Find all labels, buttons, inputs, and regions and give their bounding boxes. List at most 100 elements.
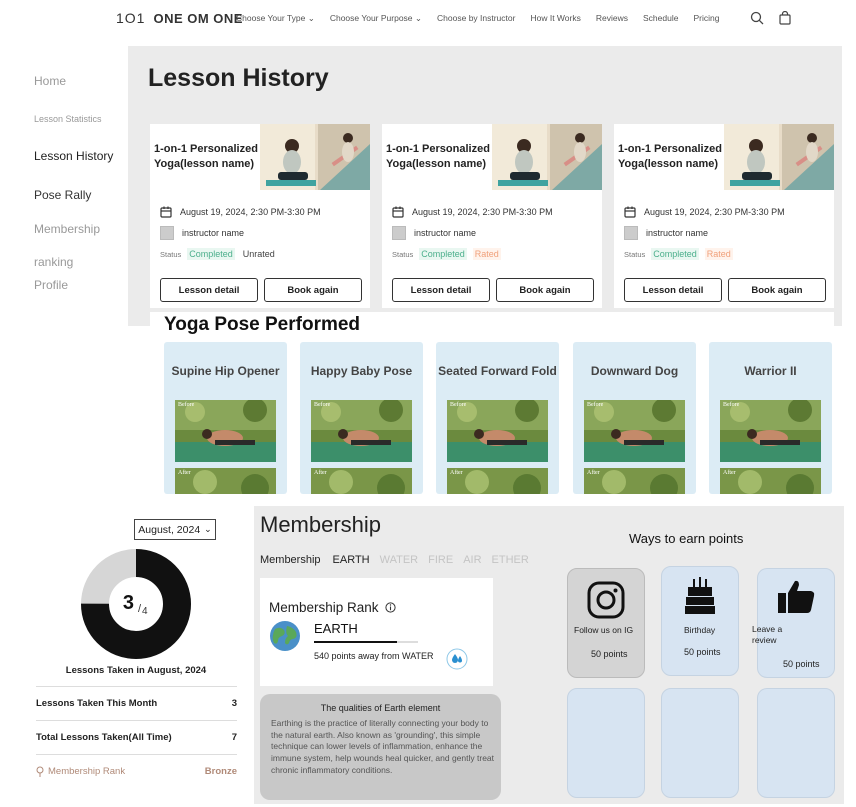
nav-how-it-works[interactable]: How It Works [530, 13, 580, 24]
instagram-icon [587, 581, 625, 619]
rank-title: Membership Rank [269, 600, 379, 615]
cart-icon[interactable] [778, 11, 792, 25]
lesson-name: 1-on-1 Personalized Yoga(lesson name) [154, 143, 258, 170]
lesson-status-row: Status Completed Rated [392, 248, 501, 260]
lesson-datetime-row: August 19, 2024, 2:30 PM-3:30 PM [392, 206, 553, 218]
after-tag: After [314, 470, 327, 476]
pose-after-image: After [447, 468, 548, 494]
nav-reviews[interactable]: Reviews [596, 13, 628, 24]
nav-choose-purpose[interactable]: Choose Your Purpose ⌄ [330, 13, 422, 24]
sidebar-item-lesson-history[interactable]: Lesson History [34, 149, 113, 163]
calendar-icon [160, 206, 172, 218]
lesson-photo [260, 124, 370, 190]
lesson-card: 1-on-1 Personalized Yoga(lesson name) Au… [614, 124, 834, 308]
earn-card-empty[interactable] [567, 688, 645, 798]
medal-icon [36, 766, 44, 777]
earth-globe-icon [270, 621, 300, 651]
lesson-datetime: August 19, 2024, 2:30 PM-3:30 PM [412, 207, 553, 217]
logo[interactable]: 1O1 ONE OM ONE [116, 10, 243, 26]
book-again-button[interactable]: Book again [496, 278, 594, 302]
before-tag: Before [178, 402, 195, 408]
book-again-button[interactable]: Book again [728, 278, 826, 302]
pose-card[interactable]: Supine Hip Opener Before After [164, 342, 287, 494]
lessons-donut-chart: 3 / 4 [81, 549, 191, 659]
info-icon[interactable] [384, 602, 396, 613]
membership-rank-card: Membership Rank EARTH 540 points away fr… [260, 578, 493, 686]
chevron-down-icon: ⌄ [307, 13, 315, 23]
sidebar-item-home[interactable]: Home [34, 74, 66, 88]
stat-rank-value: Bronze [204, 766, 237, 777]
status-label: Status [392, 249, 414, 259]
search-icon[interactable] [750, 11, 764, 25]
lesson-instructor-row: instructor name [160, 226, 244, 240]
lesson-datetime-row: August 19, 2024, 2:30 PM-3:30 PM [160, 206, 321, 218]
tab-fire[interactable]: FIRE [428, 554, 453, 566]
instructor-name[interactable]: instructor name [182, 228, 244, 238]
earn-label: Leave a review [752, 624, 783, 645]
sidebar-item-pose-rally[interactable]: Pose Rally [34, 188, 91, 202]
sidebar-item-profile[interactable]: Profile [34, 278, 68, 292]
status-badge: Completed [419, 248, 467, 260]
pose-card[interactable]: Happy Baby Pose Before After [300, 342, 423, 494]
yoga-poses-panel: Yoga Pose Performed Supine Hip Opener Be… [150, 312, 834, 494]
lesson-datetime: August 19, 2024, 2:30 PM-3:30 PM [644, 207, 785, 217]
earn-card-empty[interactable] [757, 688, 835, 798]
status-label: Status [624, 249, 646, 259]
pose-name: Warrior II [744, 364, 797, 378]
book-again-button[interactable]: Book again [264, 278, 362, 302]
instructor-name[interactable]: instructor name [414, 228, 476, 238]
pose-card[interactable]: Downward Dog Before After [573, 342, 696, 494]
lesson-detail-button[interactable]: Lesson detail [160, 278, 258, 302]
before-tag: Before [450, 402, 467, 408]
lesson-name: 1-on-1 Personalized Yoga(lesson name) [386, 143, 490, 170]
earn-card-review[interactable]: Leave a review 50 points [752, 568, 835, 678]
stat-value: 7 [231, 732, 237, 743]
earn-card-birthday[interactable]: Birthday 50 points [661, 566, 739, 676]
before-tag: Before [314, 402, 331, 408]
sidebar-item-ranking[interactable]: ranking [34, 255, 73, 269]
status-badge: Completed [651, 248, 699, 260]
tab-membership[interactable]: Membership [260, 554, 321, 566]
tab-air[interactable]: AIR [463, 554, 481, 566]
stat-value: 3 [231, 698, 237, 709]
earth-title: The qualities of Earth element [320, 703, 441, 713]
stat-label: Membership Rank [48, 766, 126, 777]
pose-after-image: After [584, 468, 685, 494]
nav-icons [750, 11, 792, 25]
instructor-name[interactable]: instructor name [646, 228, 708, 238]
lesson-photo [724, 124, 834, 190]
lesson-card: 1-on-1 Personalized Yoga(lesson name) Au… [382, 124, 602, 308]
rank-points-away: 540 points away from WATER [314, 651, 434, 661]
sidebar-item-lesson-statistics[interactable]: Lesson Statistics [34, 114, 102, 124]
month-select[interactable]: August, 2024 ⌄ [134, 519, 216, 540]
instructor-avatar [392, 226, 406, 240]
nav-choose-instructor[interactable]: Choose by Instructor [437, 13, 515, 24]
earn-points: 50 points [591, 649, 628, 659]
tab-water[interactable]: WATER [380, 554, 419, 566]
nav-pricing[interactable]: Pricing [693, 13, 719, 24]
month-value: August, 2024 [138, 523, 201, 536]
pose-name: Downward Dog [590, 364, 679, 378]
sidebar-item-membership[interactable]: Membership [34, 222, 100, 236]
lesson-detail-button[interactable]: Lesson detail [392, 278, 490, 302]
page-title: Lesson History [148, 64, 329, 92]
pose-card[interactable]: Warrior II Before After [709, 342, 832, 494]
earn-points: 50 points [783, 659, 820, 669]
rating-badge: Rated [704, 248, 733, 260]
pose-name: Seated Forward Fold [438, 364, 557, 378]
pose-card[interactable]: Seated Forward Fold Before After [436, 342, 559, 494]
instructor-avatar [624, 226, 638, 240]
nav-link-label: Choose Your Type [236, 13, 306, 23]
after-tag: After [723, 470, 736, 476]
nav-schedule[interactable]: Schedule [643, 13, 678, 24]
pose-name: Supine Hip Opener [171, 364, 280, 378]
earn-card-empty[interactable] [661, 688, 739, 798]
earth-description: Earthing is the practice of literally co… [271, 718, 495, 775]
tab-earth[interactable]: EARTH [333, 554, 370, 566]
tab-ether[interactable]: ETHER [492, 554, 529, 566]
lesson-detail-button[interactable]: Lesson detail [624, 278, 722, 302]
stat-row-rank: Membership Rank Bronze [36, 754, 237, 788]
earn-card-instagram[interactable]: Follow us on IG 50 points [567, 568, 645, 678]
nav-choose-type[interactable]: Choose Your Type ⌄ [236, 13, 315, 24]
donut-caption: Lessons Taken in August, 2024 [65, 665, 207, 676]
